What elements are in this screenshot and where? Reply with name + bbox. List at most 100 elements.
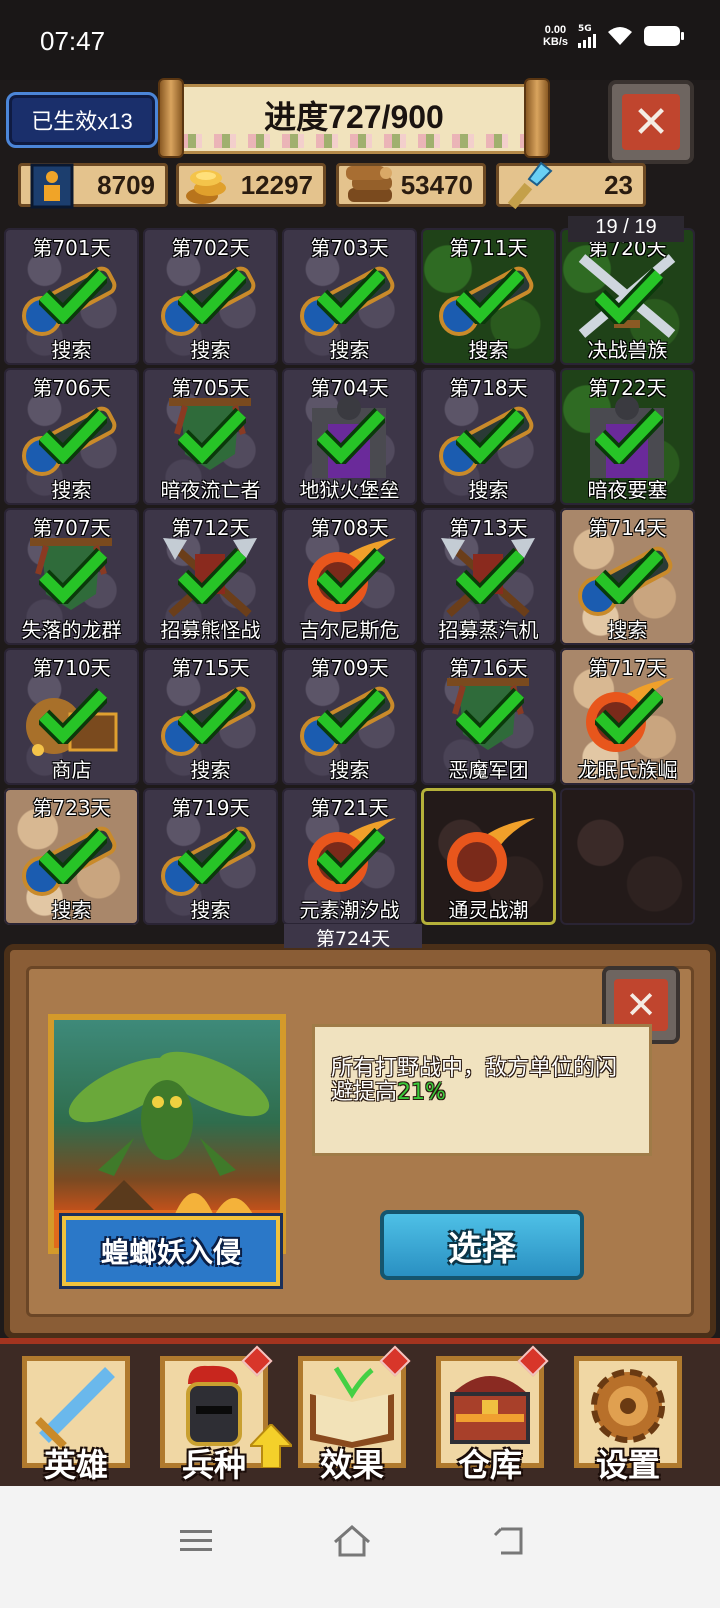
- tile-label: 搜索: [329, 758, 370, 782]
- tile-day: 第704天: [310, 376, 389, 400]
- event-tile[interactable]: 第720天 决战兽族: [560, 228, 695, 365]
- back-icon[interactable]: [478, 1516, 538, 1566]
- menu-icon[interactable]: [166, 1516, 226, 1566]
- event-tile[interactable]: 第702天搜索: [143, 228, 278, 365]
- checkmark-icon: [175, 407, 249, 469]
- treasure-chest-icon: [444, 1364, 536, 1448]
- event-tile[interactable]: 第707天 失落的龙群: [4, 508, 139, 645]
- event-tile[interactable]: 第722天 暗夜要塞: [560, 368, 695, 505]
- tile-label: 搜索: [190, 898, 231, 922]
- menu-button-3[interactable]: 效果: [292, 1345, 412, 1484]
- tile-label: 搜索: [190, 338, 231, 362]
- status-bar: 07:47 0.00 KB/s 5G: [0, 0, 720, 80]
- event-tile[interactable]: 第716天 恶魔军团: [421, 648, 556, 785]
- checkmark-icon: [36, 267, 110, 329]
- resource-wood: 53470: [336, 163, 486, 207]
- tile-day: 第705天: [171, 376, 250, 400]
- event-tile[interactable]: 第701天 搜索: [4, 228, 139, 365]
- resource-crystal: 23: [496, 161, 646, 210]
- upgrade-arrow-icon: [250, 1424, 292, 1468]
- tile-label: 决战兽族: [587, 338, 668, 362]
- tile-label: 搜索: [51, 478, 92, 502]
- description-text: 所有打野战中，敌方单位的闪避提高: [331, 1056, 618, 1105]
- wifi-icon: [608, 27, 632, 45]
- select-button[interactable]: 选择: [380, 1210, 584, 1280]
- tile-day: 第702天: [171, 236, 250, 260]
- next-day-peek: 第724天: [284, 924, 422, 948]
- checkmark-icon: [453, 407, 527, 469]
- tile-label: 暗夜要塞: [587, 478, 668, 502]
- active-effects-badge[interactable]: 已生效x13: [6, 92, 158, 148]
- tile-day: 第713天: [449, 516, 528, 540]
- event-tile[interactable]: 第721天 元素潮汐战: [282, 788, 417, 925]
- tile-day: 第714天: [588, 516, 667, 540]
- tile-day: 第706天: [32, 376, 111, 400]
- crystal-value: 23: [604, 169, 633, 200]
- menu-button-label: 英雄: [43, 1446, 108, 1484]
- home-icon[interactable]: [322, 1516, 382, 1566]
- progress-text: 进度727/900: [264, 99, 444, 135]
- event-tile[interactable]: 通灵战潮: [421, 788, 556, 925]
- checkmark-icon: [314, 547, 388, 609]
- wood-logs-icon: [343, 160, 397, 212]
- event-tile[interactable]: 第706天搜索: [4, 368, 139, 505]
- event-tile[interactable]: 第709天 搜索: [282, 648, 417, 785]
- resource-gold: 12297: [176, 163, 326, 207]
- tile-label: 龙眠氏族崛: [577, 758, 678, 782]
- tile-label: 暗夜流亡者: [160, 478, 261, 502]
- event-tile[interactable]: 第704天 地狱火堡垒: [282, 368, 417, 505]
- event-tile[interactable]: 第712天 招募熊怪战: [143, 508, 278, 645]
- event-tile[interactable]: 第711天搜索: [421, 228, 556, 365]
- event-tile[interactable]: 第718天搜索: [421, 368, 556, 505]
- network-speed: 0.00 KB/s: [543, 24, 568, 48]
- network-type: 5G: [578, 24, 592, 34]
- tile-day: 第721天: [310, 796, 389, 820]
- event-tile[interactable]: 第708天 吉尔尼斯危: [282, 508, 417, 645]
- meteor-icon: [435, 814, 541, 898]
- event-tile[interactable]: 第723天 搜索: [4, 788, 139, 925]
- spellbook-icon: [306, 1364, 398, 1448]
- menu-button-4[interactable]: 仓库: [430, 1345, 550, 1484]
- battery-icon: [644, 26, 684, 46]
- mantis-monster-icon: [54, 1051, 280, 1248]
- tile-day: 第719天: [171, 796, 250, 820]
- event-tile[interactable]: 第710天 商店: [4, 648, 139, 785]
- tile-day: 第723天: [32, 796, 111, 820]
- close-icon: ✕: [622, 94, 680, 150]
- event-tile[interactable]: 第715天 搜索: [143, 648, 278, 785]
- event-tile[interactable]: 第705天暗夜流亡者: [143, 368, 278, 505]
- sword-icon: [30, 1364, 122, 1448]
- population-icon: [25, 160, 79, 212]
- progress-scroll: 进度727/900: [158, 78, 550, 158]
- event-tile[interactable]: 第719天搜索: [143, 788, 278, 925]
- menu-button-1[interactable]: 英雄: [16, 1352, 136, 1484]
- event-title: 蝗螂妖入侵: [62, 1216, 280, 1286]
- checkmark-icon: [453, 267, 527, 329]
- tile-day: 第712天: [171, 516, 250, 540]
- checkmark-icon: [175, 687, 249, 749]
- event-tile[interactable]: 第714天 搜索: [560, 508, 695, 645]
- event-tile[interactable]: 第717天 龙眠氏族崛: [560, 648, 695, 785]
- checkmark-icon: [175, 267, 249, 329]
- close-button[interactable]: ✕: [608, 80, 694, 164]
- tile-day: 第711天: [449, 236, 528, 260]
- checkmark-icon: [592, 267, 666, 329]
- tile-day: 第718天: [449, 376, 528, 400]
- crystal-key-icon: [503, 160, 557, 212]
- tile-day: 第715天: [171, 656, 250, 680]
- tile-label: 搜索: [468, 338, 509, 362]
- tile-label: 失落的龙群: [21, 618, 122, 642]
- tile-label: 吉尔尼斯危: [299, 618, 400, 642]
- menu-button-label: 效果: [319, 1446, 384, 1484]
- tile-label: 搜索: [468, 478, 509, 502]
- gold-value: 12297: [240, 169, 313, 200]
- event-description: 所有打野战中，敌方单位的闪避提高21%: [312, 1024, 652, 1156]
- tile-label: 搜索: [329, 338, 370, 362]
- event-tile[interactable]: 第703天 搜索: [282, 228, 417, 365]
- checkmark-icon: [314, 407, 388, 469]
- description-value: 21%: [397, 1080, 446, 1105]
- event-tile[interactable]: [560, 788, 695, 925]
- event-tile[interactable]: 第713天 招募蒸汽机: [421, 508, 556, 645]
- menu-button-5[interactable]: 设置: [568, 1352, 688, 1484]
- cellular-signal-icon: 5G: [578, 24, 596, 48]
